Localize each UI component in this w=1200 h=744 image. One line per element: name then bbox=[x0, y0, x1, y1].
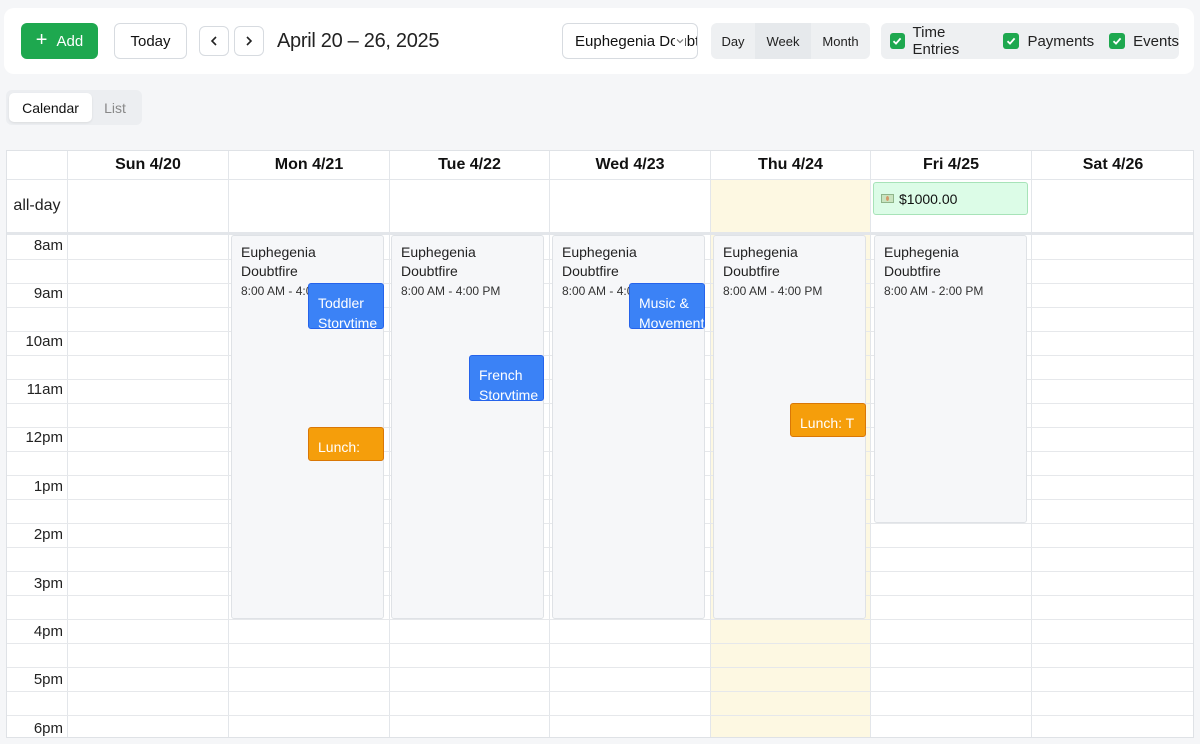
column-divider bbox=[67, 151, 68, 737]
column-divider bbox=[549, 151, 550, 737]
time-label: 8am bbox=[33, 237, 63, 254]
event-title: Lunch: Chicken & Rice bbox=[318, 439, 369, 460]
view-day-button[interactable]: Day bbox=[711, 23, 755, 59]
time-entry-time: 8:00 AM - 4:00 PM bbox=[723, 284, 823, 298]
filter-payments[interactable]: Payments bbox=[1003, 33, 1094, 50]
time-label: 12pm bbox=[25, 429, 63, 446]
time-label: 6pm bbox=[33, 720, 63, 737]
tab-list[interactable]: List bbox=[94, 93, 136, 122]
column-divider bbox=[870, 151, 871, 737]
half-hour-line bbox=[7, 691, 1193, 692]
time-label: 1pm bbox=[33, 478, 63, 495]
column-divider bbox=[710, 151, 711, 737]
time-entry[interactable]: Euphegenia Doubtfire 8:00 AM - 2:00 PM bbox=[874, 235, 1027, 523]
day-header-sat[interactable]: Sat 4/26 bbox=[1032, 151, 1193, 179]
hour-line bbox=[7, 715, 1193, 716]
checkbox-payments[interactable] bbox=[1003, 33, 1020, 49]
add-button[interactable]: + Add bbox=[21, 23, 98, 59]
time-entry-name: Euphegenia Doubtfire bbox=[884, 244, 959, 279]
filter-time-entries[interactable]: Time Entries bbox=[890, 24, 988, 58]
time-entry-name: Euphegenia Doubtfire bbox=[241, 244, 316, 279]
time-entry-time: 8:00 AM - 4:00 PM bbox=[401, 284, 501, 298]
event-block[interactable]: Toddler Storytime bbox=[308, 283, 384, 329]
day-header-tue[interactable]: Tue 4/22 bbox=[390, 151, 549, 179]
filter-events[interactable]: Events bbox=[1109, 33, 1179, 50]
payment-event[interactable]: $1000.00 bbox=[873, 182, 1028, 215]
check-icon bbox=[893, 37, 902, 45]
hour-line bbox=[7, 667, 1193, 668]
today-button[interactable]: Today bbox=[114, 23, 187, 59]
time-label: 10am bbox=[25, 333, 63, 350]
view-month-button[interactable]: Month bbox=[811, 23, 870, 59]
chevron-right-icon bbox=[246, 36, 253, 46]
time-label: 4pm bbox=[33, 623, 63, 640]
filter-payments-label: Payments bbox=[1027, 32, 1095, 50]
allday-label: all-day bbox=[13, 197, 61, 214]
checkbox-events[interactable] bbox=[1109, 33, 1126, 49]
check-icon bbox=[1113, 37, 1122, 45]
day-header-wed[interactable]: Wed 4/23 bbox=[550, 151, 710, 179]
column-divider bbox=[389, 151, 390, 737]
event-title: Music & Movement bbox=[639, 295, 705, 329]
day-header-mon[interactable]: Mon 4/21 bbox=[229, 151, 389, 179]
half-hour-line bbox=[7, 643, 1193, 644]
event-block[interactable]: Music & Movement bbox=[629, 283, 705, 329]
column-divider bbox=[1031, 151, 1032, 737]
filter-time-entries-label: Time Entries bbox=[912, 24, 960, 58]
day-header-sun[interactable]: Sun 4/20 bbox=[68, 151, 228, 179]
day-header-fri[interactable]: Fri 4/25 bbox=[871, 151, 1031, 179]
chevron-down-icon bbox=[675, 36, 685, 46]
filter-events-label: Events bbox=[1133, 32, 1179, 50]
time-label: 3pm bbox=[33, 575, 63, 592]
filters: Time Entries Payments Events bbox=[881, 23, 1179, 59]
time-label: 11am bbox=[26, 381, 63, 398]
add-button-label: Add bbox=[56, 32, 84, 50]
date-range-title: April 20 – 26, 2025 bbox=[277, 30, 440, 52]
time-label: 9am bbox=[33, 285, 63, 302]
toolbar: + Add Today April 20 – 26, 2025 Euphegen… bbox=[4, 8, 1194, 74]
time-entry[interactable]: Euphegenia Doubtfire 8:00 AM - 4:00 PM bbox=[391, 235, 544, 619]
payment-amount: $1000.00 bbox=[899, 190, 958, 207]
event-title: Toddler Storytime bbox=[318, 295, 378, 329]
time-entry-name: Euphegenia Doubtfire bbox=[562, 244, 637, 279]
view-toggle: Day Week Month bbox=[711, 23, 870, 59]
time-entry-name: Euphegenia Doubtfire bbox=[401, 244, 476, 279]
event-block[interactable]: French Storytime bbox=[469, 355, 544, 401]
next-week-button[interactable] bbox=[234, 26, 264, 56]
dollar-bill-icon bbox=[881, 194, 894, 203]
today-allday-highlight bbox=[710, 180, 870, 232]
header-divider bbox=[7, 179, 1193, 180]
day-header-thu[interactable]: Thu 4/24 bbox=[711, 151, 870, 179]
time-label: 2pm bbox=[33, 526, 63, 543]
event-block[interactable]: Lunch: T bbox=[790, 403, 866, 437]
time-label: 5pm bbox=[33, 671, 63, 688]
previous-week-button[interactable] bbox=[199, 26, 229, 56]
plus-icon: + bbox=[35, 29, 48, 51]
tab-calendar[interactable]: Calendar bbox=[9, 93, 92, 122]
time-entry-name: Euphegenia Doubtfire bbox=[723, 244, 798, 279]
chevron-left-icon bbox=[210, 36, 217, 46]
time-entry-time: 8:00 AM - 2:00 PM bbox=[884, 284, 984, 298]
event-block[interactable]: Lunch: Chicken & Rice bbox=[308, 427, 384, 461]
view-tabs: Calendar List bbox=[6, 90, 142, 125]
column-divider bbox=[228, 151, 229, 737]
check-icon bbox=[1007, 37, 1016, 45]
person-select[interactable]: Euphegenia Doubtfire bbox=[562, 23, 698, 59]
event-title: French Storytime bbox=[479, 367, 539, 401]
event-title: Lunch: T bbox=[800, 415, 855, 431]
view-week-button[interactable]: Week bbox=[755, 23, 811, 59]
checkbox-time-entries[interactable] bbox=[890, 33, 905, 49]
week-calendar: Sun 4/20 Mon 4/21 Tue 4/22 Wed 4/23 Thu … bbox=[6, 150, 1194, 738]
hour-line bbox=[7, 619, 1193, 620]
